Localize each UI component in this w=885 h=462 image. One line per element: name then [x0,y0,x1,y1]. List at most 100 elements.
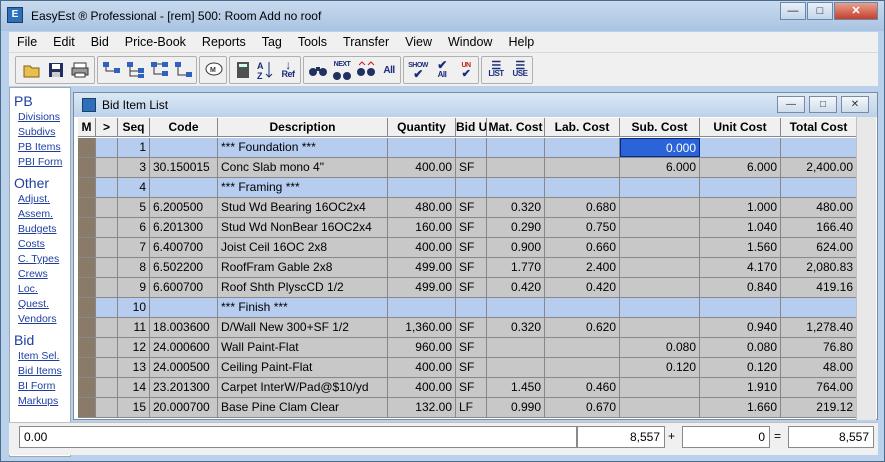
col-header-quantity[interactable]: Quantity [388,118,456,137]
arrow-cell[interactable] [96,298,118,317]
sidebar-link-subdivs[interactable]: Subdivs [10,125,70,140]
arrow-cell[interactable] [96,398,118,417]
mat-cost-cell[interactable] [487,138,545,157]
table-row[interactable]: 11 18.003600 D/Wall New 300+SF 1/2 1,360.00… [78,318,857,338]
bid-unit-cell[interactable]: LF [456,398,487,417]
table-row[interactable]: 3 30.150015 Conc Slab mono 4" 400.00 SF 6.000… [78,158,857,178]
seq-cell[interactable]: 3 [118,158,150,177]
maximize-icon[interactable]: □ [807,2,833,20]
marker-cell[interactable] [78,278,96,297]
binoculars-icon[interactable] [307,58,329,82]
print-icon[interactable] [69,58,91,82]
menu-tools[interactable]: Tools [290,32,335,52]
arrow-cell[interactable] [96,278,118,297]
code-cell[interactable]: 20.000700 [150,398,218,417]
quantity-cell[interactable]: 1,360.00 [388,318,456,337]
unit-cost-cell[interactable]: 1.660 [700,398,781,417]
sidebar-link-costs[interactable]: Costs [10,237,70,252]
description-cell[interactable]: Stud Wd NonBear 16OC2x4 [218,218,388,237]
sidebar-link-quest[interactable]: Quest. [10,297,70,312]
uncheck-all-icon[interactable]: UN ✔ [455,58,477,82]
bid-unit-cell[interactable]: SF [456,258,487,277]
sidebar-link-pb-items[interactable]: PB Items [10,140,70,155]
mat-cost-cell[interactable] [487,158,545,177]
seq-cell[interactable]: 8 [118,258,150,277]
unit-cost-cell[interactable]: 1.040 [700,218,781,237]
bid-unit-cell[interactable]: SF [456,198,487,217]
description-cell[interactable]: Ceiling Paint-Flat [218,358,388,377]
tree-collapse-icon[interactable] [173,58,195,82]
sidebar-link-crews[interactable]: Crews [10,267,70,282]
table-row[interactable]: 9 6.600700 Roof Shth PlyscCD 1/2 499.00 SF 0.… [78,278,857,298]
col-header-arrow[interactable]: > [96,118,118,137]
lab-cost-cell[interactable]: 0.750 [545,218,620,237]
menu-price-book[interactable]: Price-Book [117,32,194,52]
unit-cost-cell[interactable]: 1.560 [700,238,781,257]
table-row[interactable]: 15 20.000700 Base Pine Clam Clear 132.00 LF 0… [78,398,857,418]
sidebar-link-budgets[interactable]: Budgets [10,222,70,237]
lab-cost-cell[interactable]: 0.660 [545,238,620,257]
quantity-cell[interactable]: 499.00 [388,258,456,277]
sidebar-link-pbi-form[interactable]: PBI Form [10,155,70,170]
child-title-bar[interactable]: Bid Item List — □ ✕ [74,93,877,117]
tree-branch-icon[interactable] [149,58,171,82]
arrow-cell[interactable] [96,158,118,177]
section-header-row[interactable]: 1 *** Foundation *** 0.000 [78,138,857,158]
code-cell[interactable] [150,298,218,317]
sub-cost-cell[interactable] [620,318,700,337]
use-icon[interactable]: ☰ USE [509,58,531,82]
seq-cell[interactable]: 15 [118,398,150,417]
lab-cost-cell[interactable] [545,298,620,317]
code-cell[interactable] [150,178,218,197]
arrow-cell[interactable] [96,338,118,357]
unit-cost-cell[interactable]: 0.940 [700,318,781,337]
table-row[interactable]: 5 6.200500 Stud Wd Bearing 16OC2x4 480.00 SF… [78,198,857,218]
unit-cost-cell[interactable]: 4.170 [700,258,781,277]
quantity-cell[interactable]: 960.00 [388,338,456,357]
arrow-cell[interactable] [96,198,118,217]
table-row[interactable]: 13 24.000500 Ceiling Paint-Flat 400.00 SF 0.1… [78,358,857,378]
seq-cell[interactable]: 9 [118,278,150,297]
arrow-cell[interactable] [96,318,118,337]
sub-cost-cell[interactable] [620,238,700,257]
total-cost-cell[interactable]: 2,400.00 [781,158,857,177]
section-header-row[interactable]: 10 *** Finish *** [78,298,857,318]
open-folder-icon[interactable] [21,58,43,82]
bid-unit-cell[interactable] [456,138,487,157]
mat-cost-cell[interactable]: 1.450 [487,378,545,397]
total-cost-cell[interactable] [781,298,857,317]
bid-unit-cell[interactable] [456,178,487,197]
arrow-cell[interactable] [96,258,118,277]
app-icon[interactable]: E [7,7,23,23]
unit-cost-cell[interactable] [700,138,781,157]
col-header-lab-cost[interactable]: Lab. Cost [545,118,620,137]
mat-cost-cell[interactable]: 0.320 [487,318,545,337]
seq-cell[interactable]: 12 [118,338,150,357]
sidebar-link-loc[interactable]: Loc. [10,282,70,297]
marker-cell[interactable] [78,178,96,197]
bid-unit-cell[interactable]: SF [456,218,487,237]
code-cell[interactable]: 23.201300 [150,378,218,397]
seq-cell[interactable]: 11 [118,318,150,337]
marker-cell[interactable] [78,198,96,217]
description-cell[interactable]: Base Pine Clam Clear [218,398,388,417]
total-cost-cell[interactable]: 219.12 [781,398,857,417]
col-header-mat-cost[interactable]: Mat. Cost [487,118,545,137]
description-cell[interactable]: RoofFram Gable 2x8 [218,258,388,277]
unit-cost-cell[interactable] [700,178,781,197]
quantity-cell[interactable]: 499.00 [388,278,456,297]
unit-cost-cell[interactable]: 1.000 [700,198,781,217]
lab-cost-cell[interactable]: 0.420 [545,278,620,297]
description-cell[interactable]: *** Foundation *** [218,138,388,157]
bid-unit-cell[interactable]: SF [456,278,487,297]
menu-file[interactable]: File [9,32,45,52]
sub-cost-cell[interactable] [620,278,700,297]
title-bar[interactable]: E EasyEst ® Professional - [rem] 500: Ro… [1,1,884,31]
table-row[interactable]: 7 6.400700 Joist Ceil 16OC 2x8 400.00 SF 0.90… [78,238,857,258]
total-cost-cell[interactable] [781,138,857,157]
sidebar-link-item-sel[interactable]: Item Sel. [10,349,70,364]
mat-cost-cell[interactable] [487,298,545,317]
code-cell[interactable]: 6.600700 [150,278,218,297]
dialog-icon[interactable]: M [203,58,225,82]
mat-cost-cell[interactable]: 0.900 [487,238,545,257]
